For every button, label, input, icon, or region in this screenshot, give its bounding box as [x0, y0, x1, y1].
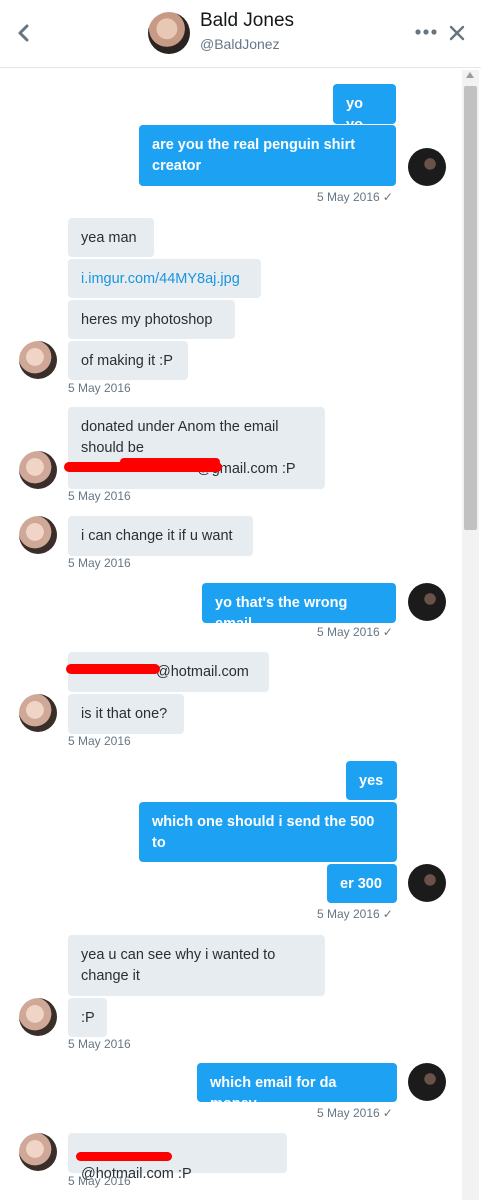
conversation-name[interactable]: Bald Jones: [200, 10, 294, 32]
message-timestamp: 5 May 2016 ✓: [317, 1106, 393, 1120]
message-timestamp: 5 May 2016: [68, 489, 131, 503]
conversation-header: Bald Jones @BaldJonez: [0, 0, 481, 68]
message-timestamp: 5 May 2016 ✓: [317, 625, 393, 639]
message-timestamp: 5 May 2016 ✓: [317, 190, 393, 204]
message-timestamp: 5 May 2016: [68, 1037, 131, 1051]
contact-avatar[interactable]: [19, 516, 57, 554]
message-timestamp: 5 May 2016 ✓: [317, 907, 393, 921]
message-text: donated under Anom the email should be: [81, 419, 279, 456]
message-bubble-incoming[interactable]: is it that one?: [68, 694, 184, 734]
message-bubble-outgoing[interactable]: yo yo: [333, 84, 396, 133]
my-avatar[interactable]: [408, 148, 446, 186]
message-bubble-incoming[interactable]: heres my photoshop: [68, 300, 235, 339]
contact-avatar[interactable]: [19, 451, 57, 489]
message-bubble-outgoing[interactable]: yes: [346, 761, 397, 800]
message-bubble-incoming[interactable]: yea u can see why i wanted to change it: [68, 935, 325, 996]
scrollbar-thumb[interactable]: [464, 86, 477, 530]
ellipsis-icon[interactable]: [414, 22, 438, 42]
contact-avatar[interactable]: [19, 694, 57, 732]
red-redaction: [76, 1152, 172, 1161]
contact-avatar[interactable]: [19, 1133, 57, 1171]
conversation-handle[interactable]: @BaldJonez: [200, 36, 280, 52]
message-bubble-incoming[interactable]: of making it :P: [68, 341, 188, 380]
message-bubble-outgoing[interactable]: er 300: [327, 864, 397, 903]
checkmark-icon: ✓: [382, 190, 393, 204]
message-text: @hotmail.com: [156, 664, 249, 680]
checkmark-icon: ✓: [382, 625, 393, 639]
message-bubble-incoming[interactable]: :P: [68, 998, 107, 1037]
message-timestamp: 5 May 2016: [68, 381, 131, 395]
message-bubble-incoming[interactable]: i.imgur.com/44MY8aj.jpg: [68, 259, 261, 298]
message-bubble-outgoing[interactable]: are you the real penguin shirt creator: [139, 125, 396, 186]
red-redaction: [120, 458, 220, 466]
red-redaction: [66, 664, 160, 674]
my-avatar[interactable]: [408, 1063, 446, 1101]
message-bubble-outgoing[interactable]: yo that's the wrong email: [202, 583, 396, 632]
message-bubble-incoming[interactable]: donated under Anom the email should be @…: [68, 407, 325, 489]
checkmark-icon: ✓: [382, 1106, 393, 1120]
message-timestamp: 5 May 2016: [68, 1174, 131, 1188]
message-bubble-incoming[interactable]: yea man: [68, 218, 154, 257]
contact-avatar[interactable]: [19, 998, 57, 1036]
scroll-up-arrow[interactable]: [466, 72, 474, 78]
message-link[interactable]: i.imgur.com/44MY8aj.jpg: [81, 271, 240, 287]
header-avatar[interactable]: [148, 12, 190, 54]
my-avatar[interactable]: [408, 583, 446, 621]
message-bubble-outgoing[interactable]: which one should i send the 500 to: [139, 802, 397, 862]
chevron-left-icon[interactable]: [14, 20, 34, 46]
message-timestamp: 5 May 2016: [68, 734, 131, 748]
close-icon[interactable]: [448, 24, 466, 42]
message-timestamp: 5 May 2016: [68, 556, 131, 570]
message-bubble-incoming[interactable]: i can change it if u want: [68, 516, 253, 556]
message-bubble-outgoing[interactable]: which email for da money: [197, 1063, 397, 1112]
checkmark-icon: ✓: [382, 907, 393, 921]
contact-avatar[interactable]: [19, 341, 57, 379]
my-avatar[interactable]: [408, 864, 446, 902]
